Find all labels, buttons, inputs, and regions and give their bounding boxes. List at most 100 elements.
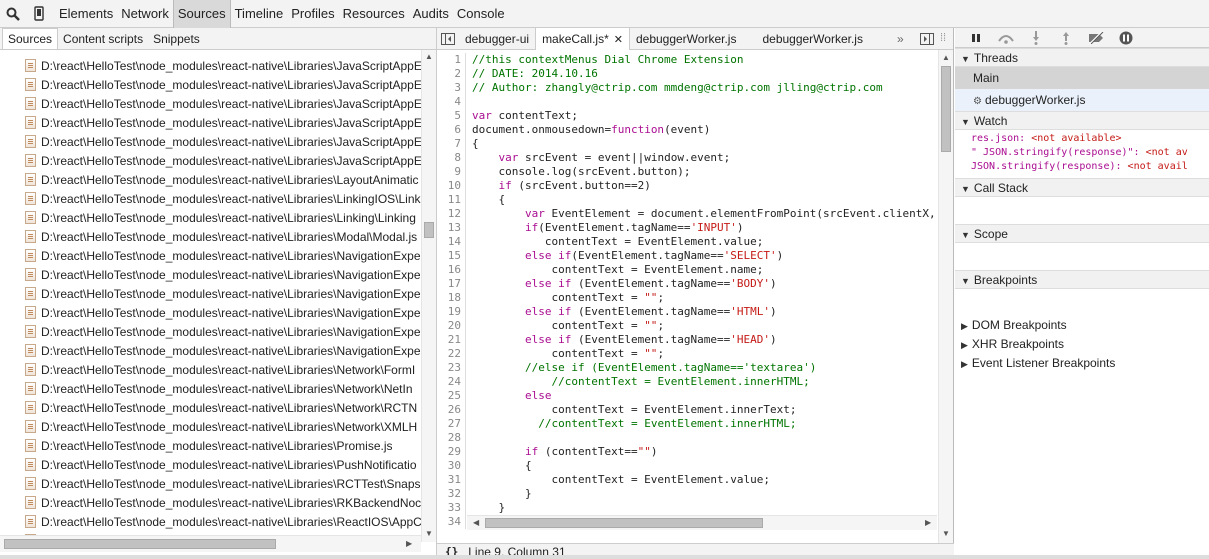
line-number[interactable]: 21 — [437, 333, 465, 347]
xhr-breakpoints-section-header[interactable]: ▶ XHR Breakpoints — [955, 335, 1209, 354]
scope-section-header[interactable]: ▼ Scope — [955, 224, 1209, 243]
code-line[interactable]: 12 var EventElement = document.elementFr… — [437, 207, 938, 221]
deactivate-breakpoints-icon[interactable] — [1081, 28, 1111, 48]
line-number[interactable]: 25 — [437, 389, 465, 403]
code-line[interactable]: 13 if(EventElement.tagName=='INPUT') — [437, 221, 938, 235]
code-line[interactable]: 14 contentText = EventElement.value; — [437, 235, 938, 249]
toggle-navigator-icon[interactable] — [437, 28, 459, 50]
toggle-debugger-sidebar-icon[interactable] — [920, 33, 934, 48]
code-line[interactable]: 9 console.log(srcEvent.button); — [437, 165, 938, 179]
code-line[interactable]: 7{ — [437, 137, 938, 151]
code-line[interactable]: 3 // Author: zhangly@ctrip.com mmdeng@ctr… — [437, 81, 938, 95]
line-number[interactable]: 8 — [437, 151, 465, 165]
line-number[interactable]: 4 — [437, 95, 465, 109]
file-tree-item[interactable]: D:\react\HelloTest\node_modules\react-na… — [0, 265, 421, 284]
code-line[interactable]: 26 contentText = EventElement.innerText; — [437, 403, 938, 417]
file-tree-item[interactable]: D:\react\HelloTest\node_modules\react-na… — [0, 246, 421, 265]
code-line[interactable]: 22 contentText = ""; — [437, 347, 938, 361]
editor-tab[interactable]: debuggerWorker.js — [756, 28, 869, 50]
code-line[interactable]: 5 var contentText; — [437, 109, 938, 123]
file-tree-item[interactable]: D:\react\HelloTest\node_modules\react-na… — [0, 132, 421, 151]
threads-section-header[interactable]: ▼ Threads — [955, 48, 1209, 67]
scroll-down-arrow-icon[interactable]: ▼ — [425, 530, 433, 538]
line-number[interactable]: 33 — [437, 501, 465, 515]
file-tree-item[interactable]: D:\react\HelloTest\node_modules\react-na… — [0, 56, 421, 75]
line-number[interactable]: 31 — [437, 473, 465, 487]
code-line[interactable]: 23 //else if (EventElement.tagName=='tex… — [437, 361, 938, 375]
scroll-up-arrow-icon[interactable]: ▲ — [425, 53, 433, 61]
code-line[interactable]: 29 if (contentText=="") — [437, 445, 938, 459]
tab-network[interactable]: Network — [117, 0, 173, 28]
code-line[interactable]: 27 //contentText = EventElement.innerHTM… — [437, 417, 938, 431]
line-number[interactable]: 23 — [437, 361, 465, 375]
line-number[interactable]: 24 — [437, 375, 465, 389]
scroll-up-arrow-icon[interactable]: ▲ — [942, 54, 950, 62]
code-line[interactable]: 21 else if (EventElement.tagName=='HEAD'… — [437, 333, 938, 347]
tab-audits[interactable]: Audits — [409, 0, 453, 28]
line-number[interactable]: 5 — [437, 109, 465, 123]
code-area[interactable]: 1 //this contextMenus Dial Chrome Extensi… — [437, 50, 938, 543]
watch-section-header[interactable]: ▼ Watch — [955, 111, 1209, 130]
file-tree-item[interactable]: D:\react\HelloTest\node_modules\react-na… — [0, 341, 421, 360]
scrollbar-thumb[interactable] — [485, 518, 763, 528]
code-line[interactable]: 6 document.onmousedown=function(event) — [437, 123, 938, 137]
editor-tab[interactable]: makeCall.js* ✕ — [535, 27, 630, 50]
file-tree-item[interactable]: D:\react\HelloTest\node_modules\react-na… — [0, 360, 421, 379]
line-number[interactable]: 16 — [437, 263, 465, 277]
watch-expression[interactable]: res.json: <not available> — [955, 132, 1209, 146]
scroll-right-arrow-icon[interactable]: ▶ — [925, 519, 931, 527]
file-tree-item[interactable]: D:\react\HelloTest\node_modules\react-na… — [0, 455, 421, 474]
code-line[interactable]: 2 // DATE: 2014.10.16 — [437, 67, 938, 81]
file-tree-item[interactable]: D:\react\HelloTest\node_modules\react-na… — [0, 189, 421, 208]
tab-console[interactable]: Console — [453, 0, 509, 28]
thread-item-main[interactable]: Main — [955, 67, 1209, 89]
editor-vertical-scrollbar[interactable]: ▲ ▼ — [938, 50, 953, 543]
drag-handle-icon[interactable]: ⁞⁞ — [940, 32, 946, 44]
step-out-icon[interactable] — [1051, 28, 1081, 48]
code-line[interactable]: 31 contentText = EventElement.value; — [437, 473, 938, 487]
editor-horizontal-scrollbar[interactable]: ◀ ▶ — [467, 515, 937, 530]
close-tab-icon[interactable]: ✕ — [614, 34, 623, 46]
file-tree-item[interactable]: D:\react\HelloTest\node_modules\react-na… — [0, 417, 421, 436]
line-number[interactable]: 26 — [437, 403, 465, 417]
code-line[interactable]: 15 else if(EventElement.tagName=='SELECT… — [437, 249, 938, 263]
file-tree-item[interactable]: D:\react\HelloTest\node_modules\react-na… — [0, 151, 421, 170]
subtab-snippets[interactable]: Snippets — [148, 29, 205, 49]
line-number[interactable]: 20 — [437, 319, 465, 333]
line-number[interactable]: 14 — [437, 235, 465, 249]
file-tree-item[interactable]: D:\react\HelloTest\node_modules\react-na… — [0, 94, 421, 113]
tab-sources[interactable]: Sources — [172, 0, 231, 28]
breakpoints-section-header[interactable]: ▼ Breakpoints — [955, 270, 1209, 289]
subtab-sources[interactable]: Sources — [2, 28, 59, 49]
scroll-down-arrow-icon[interactable]: ▼ — [942, 530, 950, 538]
code-line[interactable]: 20 contentText = ""; — [437, 319, 938, 333]
code-line[interactable]: 11 { — [437, 193, 938, 207]
line-number[interactable]: 2 — [437, 67, 465, 81]
tabs-overflow-button[interactable]: » — [897, 28, 904, 50]
pause-on-exceptions-icon[interactable] — [1111, 28, 1141, 48]
tab-elements[interactable]: Elements — [55, 0, 117, 28]
step-into-icon[interactable] — [1021, 28, 1051, 48]
file-tree-horizontal-scrollbar[interactable]: ▶ — [0, 535, 421, 552]
line-number[interactable]: 10 — [437, 179, 465, 193]
code-line[interactable]: 16 contentText = EventElement.name; — [437, 263, 938, 277]
file-tree-item[interactable]: D:\react\HelloTest\node_modules\react-na… — [0, 436, 421, 455]
line-number[interactable]: 34 — [437, 515, 465, 529]
code-line[interactable]: 28 — [437, 431, 938, 445]
line-number[interactable]: 9 — [437, 165, 465, 179]
line-number[interactable]: 12 — [437, 207, 465, 221]
code-line[interactable]: 4 — [437, 95, 938, 109]
file-tree-item[interactable]: D:\react\HelloTest\node_modules\react-na… — [0, 474, 421, 493]
line-number[interactable]: 11 — [437, 193, 465, 207]
file-tree-vertical-scrollbar[interactable]: ▲ ▼ — [421, 50, 436, 542]
line-number[interactable]: 30 — [437, 459, 465, 473]
file-tree-item[interactable]: D:\react\HelloTest\node_modules\react-na… — [0, 398, 421, 417]
tab-timeline[interactable]: Timeline — [231, 0, 288, 28]
line-number[interactable]: 29 — [437, 445, 465, 459]
scrollbar-thumb[interactable] — [4, 539, 276, 549]
file-tree-item[interactable]: D:\react\HelloTest\node_modules\react-na… — [0, 322, 421, 341]
pause-icon[interactable] — [961, 28, 991, 48]
code-line[interactable]: 30 { — [437, 459, 938, 473]
file-tree-item[interactable]: D:\react\HelloTest\node_modules\react-na… — [0, 284, 421, 303]
line-number[interactable]: 13 — [437, 221, 465, 235]
